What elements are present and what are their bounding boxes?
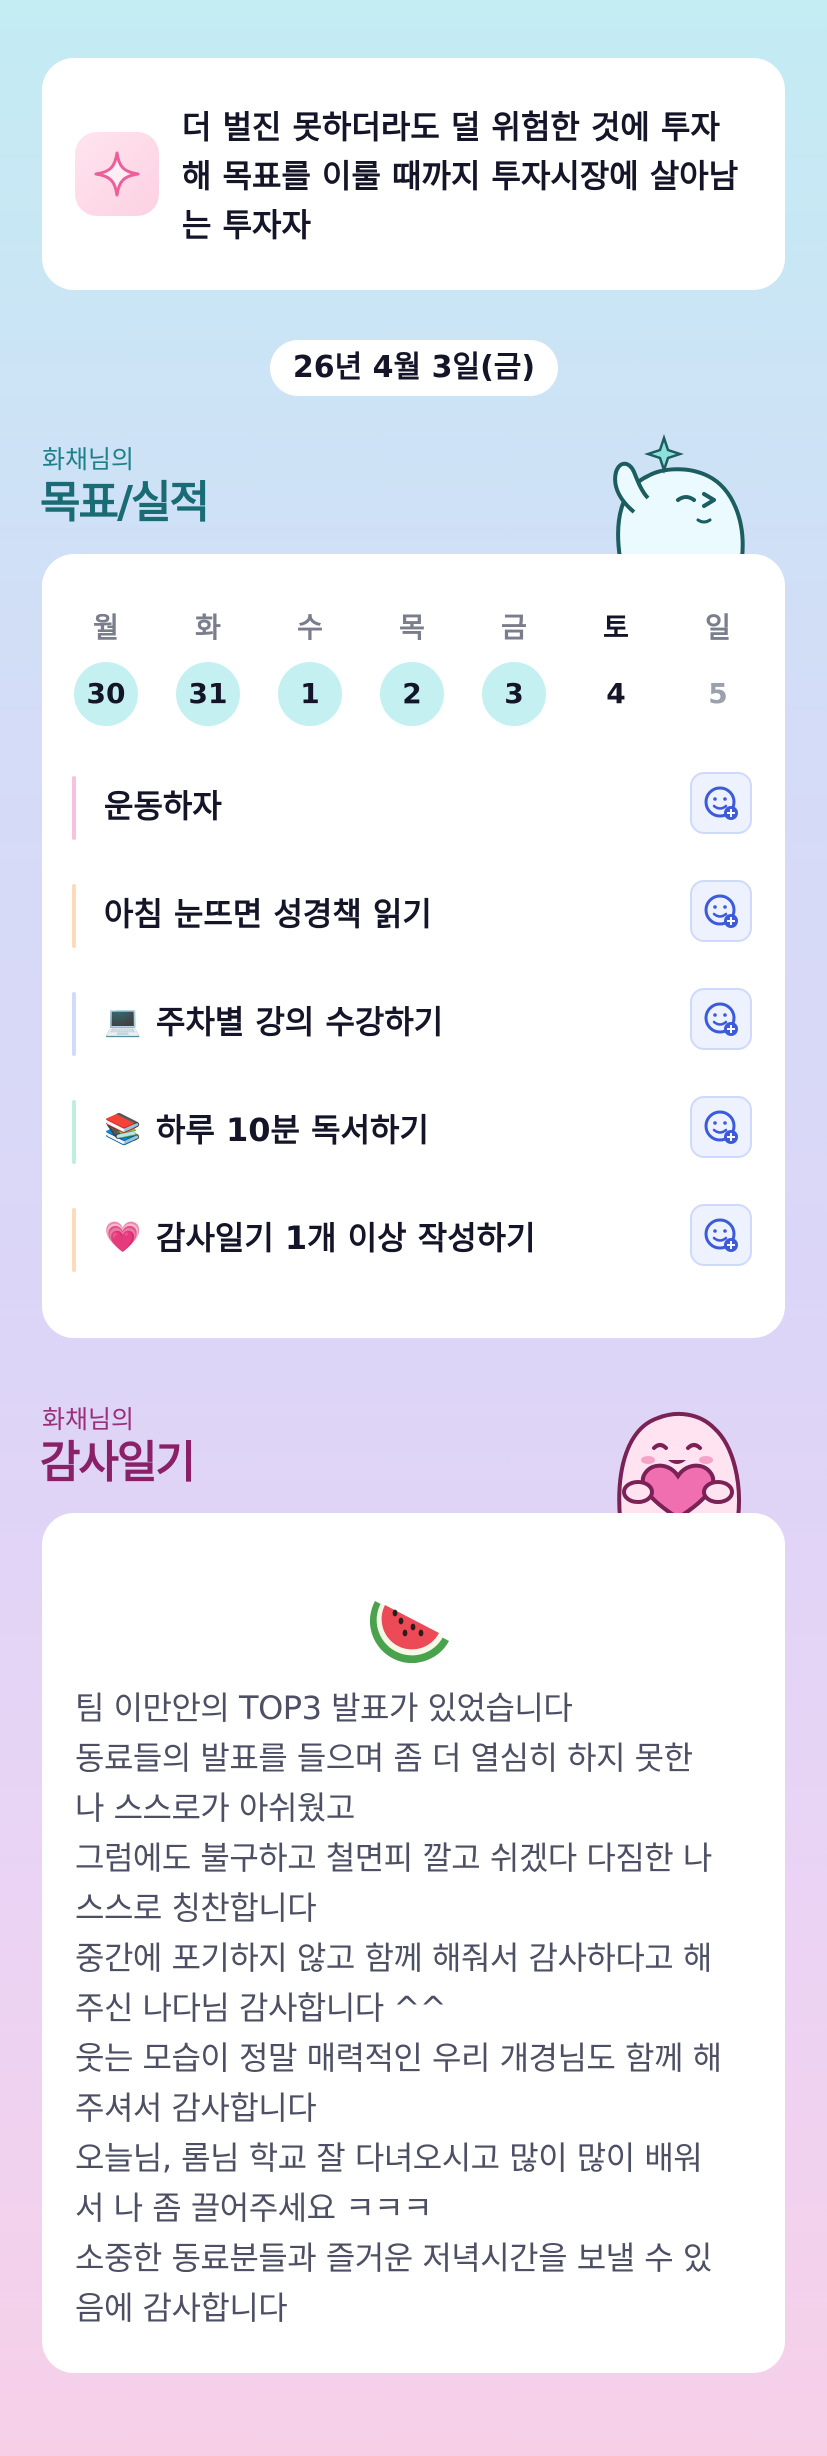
gratitude-line: 팀 이만안의 TOP3 발표가 있었습니다 xyxy=(75,1689,573,1727)
weekday-label-today: 토 xyxy=(603,611,629,644)
goal-text: 아침 눈뜨면 성경책 읽기 xyxy=(104,895,432,933)
goal-item[interactable]: 💗 감사일기 1개 이상 작성하기 xyxy=(72,1204,752,1272)
goal-check-button[interactable] xyxy=(690,1204,752,1266)
day-button-today[interactable]: 4 xyxy=(584,662,648,726)
goal-color-bar xyxy=(72,1100,76,1164)
weekday-label: 목 xyxy=(399,611,425,644)
goal-text: 운동하자 xyxy=(104,787,222,825)
goal-color-bar xyxy=(72,992,76,1056)
gratitude-section-title: 감사일기 xyxy=(40,1437,196,1488)
smile-check-icon xyxy=(704,786,738,820)
goal-color-bar xyxy=(72,884,76,948)
heart-mascot-icon xyxy=(617,1411,741,1518)
laptop-icon: 💻 xyxy=(104,1004,142,1039)
goal-item[interactable]: 📚 하루 10분 독서하기 xyxy=(72,1096,752,1164)
watermelon-icon xyxy=(369,1601,449,1663)
motto-line: 는 투자자 xyxy=(182,206,311,244)
motto-card: 더 벌진 못하더라도 덜 위험한 것에 투자 해 목표를 이룰 때까지 투자시장… xyxy=(42,58,785,290)
gratitude-card: 팀 이만안의 TOP3 발표가 있었습니다 동료들의 발표를 들으며 좀 더 열… xyxy=(42,1513,785,2373)
gratitude-line: 주신 나다님 감사합니다 ^^ xyxy=(75,1989,447,2027)
goal-color-bar xyxy=(72,776,76,840)
motto-text: 더 벌진 못하더라도 덜 위험한 것에 투자 해 목표를 이룰 때까지 투자시장… xyxy=(182,103,757,250)
weekday-label: 일 xyxy=(705,611,731,644)
motto-line: 더 벌진 못하더라도 덜 위험한 것에 투자 xyxy=(182,108,720,146)
goal-check-button[interactable] xyxy=(690,988,752,1050)
goal-item[interactable]: 운동하자 xyxy=(72,772,752,840)
date-label: 26년 4월 3일(금) xyxy=(270,340,558,396)
goals-card: 월 화 수 목 금 토 일 30 31 1 2 3 4 5 운동하자 아침 눈뜨… xyxy=(42,554,785,1338)
goals-section-title: 목표/실적 xyxy=(40,477,210,528)
gratitude-line: 주셔서 감사합니다 xyxy=(75,2089,317,2127)
weekday-label: 수 xyxy=(297,611,323,644)
day-button[interactable]: 5 xyxy=(686,662,750,726)
gratitude-line: 스스로 칭찬합니다 xyxy=(75,1889,317,1927)
weekday-label: 금 xyxy=(501,611,527,644)
smile-check-icon xyxy=(704,894,738,928)
weekday-label: 월 xyxy=(93,611,119,644)
goal-check-button[interactable] xyxy=(690,880,752,942)
gratitude-line: 소중한 동료분들과 즐거운 저녁시간을 보낼 수 있 xyxy=(75,2239,712,2277)
smile-check-icon xyxy=(704,1002,738,1036)
goal-check-button[interactable] xyxy=(690,772,752,834)
smile-check-icon xyxy=(704,1218,738,1252)
books-icon: 📚 xyxy=(104,1112,142,1147)
goal-text: 감사일기 1개 이상 작성하기 xyxy=(156,1219,536,1257)
day-button[interactable]: 31 xyxy=(176,662,240,726)
gratitude-line: 나 스스로가 아쉬웠고 xyxy=(75,1789,355,1827)
gratitude-line: 음에 감사합니다 xyxy=(75,2289,288,2327)
day-button[interactable]: 2 xyxy=(380,662,444,726)
gratitude-line: 웃는 모습이 정말 매력적인 우리 개경님도 함께 해 xyxy=(75,2039,722,2077)
gratitude-text: 팀 이만안의 TOP3 발표가 있었습니다 동료들의 발표를 들으며 좀 더 열… xyxy=(75,1683,755,2333)
day-button[interactable]: 1 xyxy=(278,662,342,726)
goal-text: 주차별 강의 수강하기 xyxy=(156,1003,444,1041)
gratitude-line: 중간에 포기하지 않고 함께 해줘서 감사하다고 해 xyxy=(75,1939,712,1977)
motto-line: 해 목표를 이룰 때까지 투자시장에 살아남 xyxy=(182,157,739,195)
heart-icon: 💗 xyxy=(104,1220,142,1255)
goal-text: 하루 10분 독서하기 xyxy=(156,1111,429,1149)
goal-item[interactable]: 💻 주차별 강의 수강하기 xyxy=(72,988,752,1056)
day-button[interactable]: 30 xyxy=(74,662,138,726)
sparkle-icon xyxy=(75,132,159,216)
gratitude-line: 동료들의 발표를 들으며 좀 더 열심히 하지 못한 xyxy=(75,1739,693,1777)
gratitude-line: 서 나 좀 끌어주세요 ㅋㅋㅋ xyxy=(75,2189,433,2227)
goal-check-button[interactable] xyxy=(690,1096,752,1158)
gratitude-line: 오늘님, 롬님 학교 잘 다녀오시고 많이 많이 배워 xyxy=(75,2139,703,2177)
smile-check-icon xyxy=(704,1110,738,1144)
gratitude-line: 그럼에도 불구하고 철면피 깔고 쉬겠다 다짐한 나 xyxy=(75,1839,712,1877)
weekday-label: 화 xyxy=(195,611,221,644)
day-button[interactable]: 3 xyxy=(482,662,546,726)
goal-color-bar xyxy=(72,1208,76,1272)
waving-mascot-icon xyxy=(613,434,745,558)
goal-item[interactable]: 아침 눈뜨면 성경책 읽기 xyxy=(72,880,752,948)
